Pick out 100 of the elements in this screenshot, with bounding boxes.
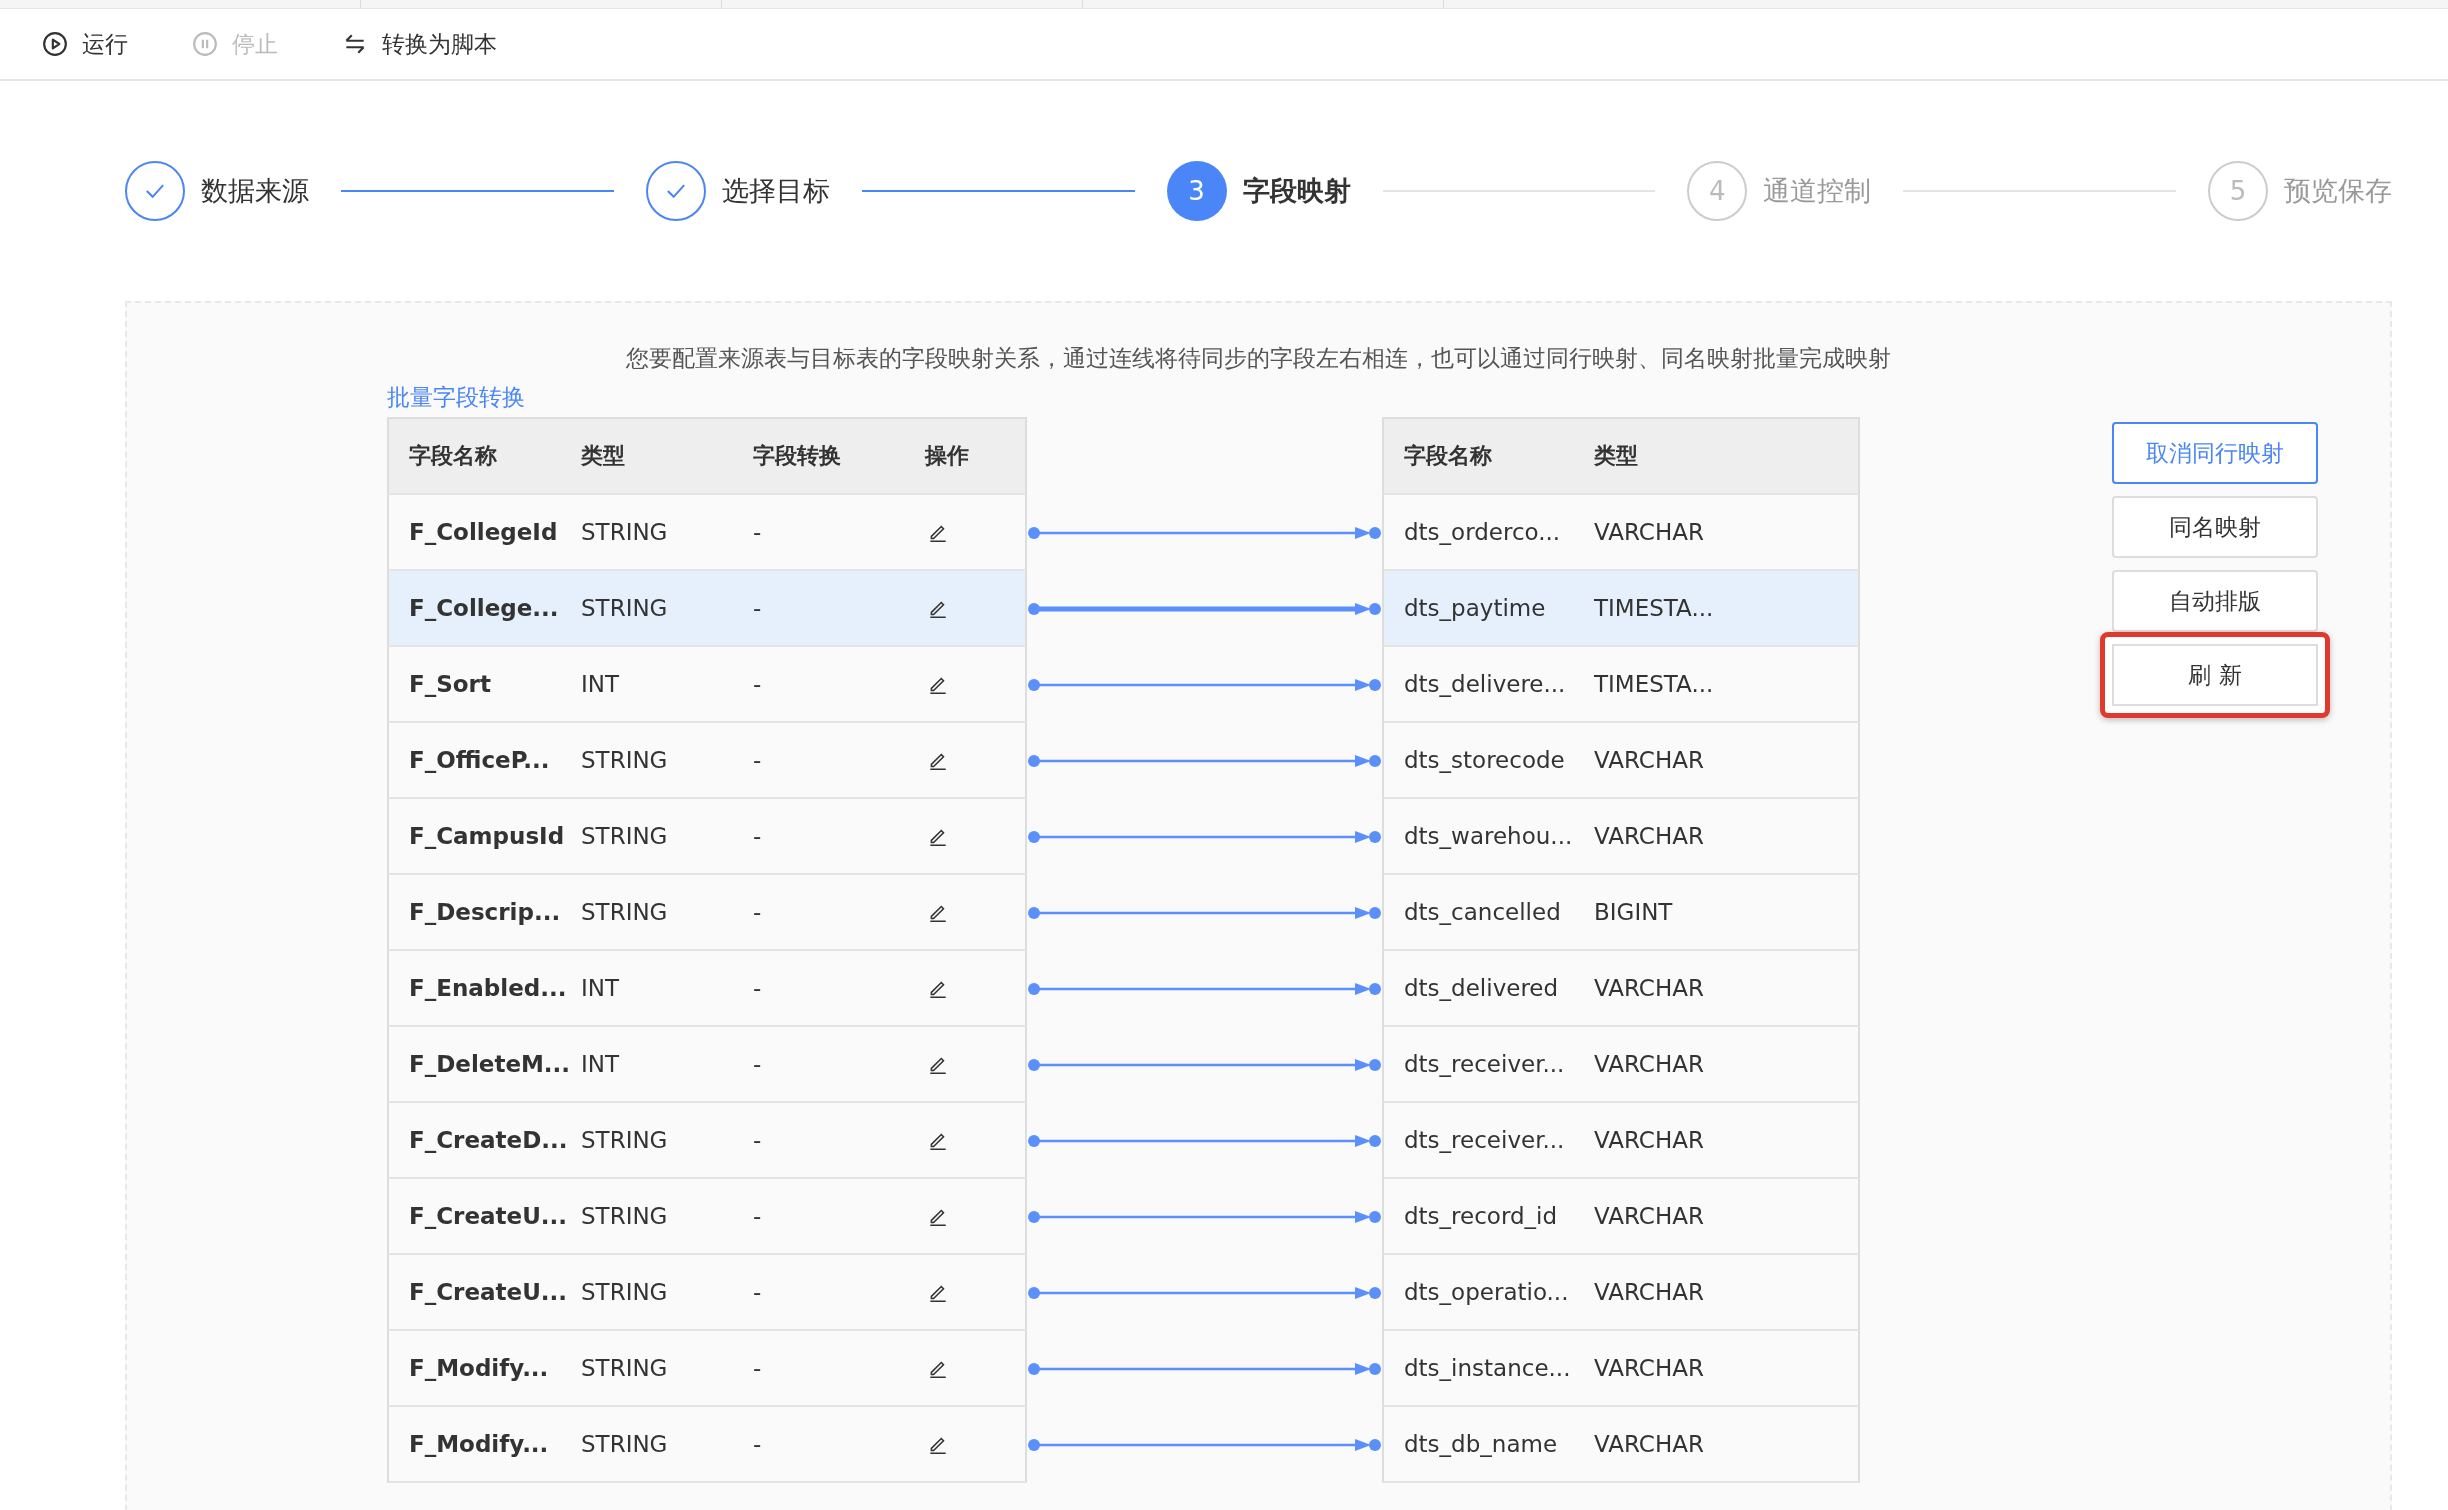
table-cell: VARCHAR [1594, 1203, 1704, 1229]
source-row[interactable]: F_College... STRING - [387, 571, 1027, 647]
table-cell: dts_db_name [1404, 1431, 1558, 1457]
table-cell: F_Modify... [409, 1431, 549, 1457]
table-cell: dts_delivered [1404, 975, 1559, 1001]
table-cell: dts_record_id [1404, 1203, 1558, 1229]
table-cell: F_Sort [409, 671, 491, 697]
source-row[interactable]: F_CreateD... STRING - [387, 1103, 1027, 1179]
source-row[interactable]: F_CampusId STRING - [387, 799, 1027, 875]
step-indicator: 3 [1166, 161, 1227, 221]
table-cell: VARCHAR [1594, 1051, 1704, 1077]
table-cell: VARCHAR [1594, 1355, 1704, 1381]
table-cell: - [753, 899, 762, 925]
table-cell: - [753, 1127, 762, 1153]
mapping-arrow[interactable] [1028, 983, 1381, 995]
table-cell: VARCHAR [1594, 747, 1704, 773]
step-indicator: 5 [2208, 161, 2268, 221]
mapping-arrow[interactable] [1028, 1363, 1381, 1375]
target-row[interactable]: dts_receiver... VARCHAR [1382, 1027, 1860, 1103]
pause-icon [192, 31, 218, 57]
table-cell: VARCHAR [1594, 1431, 1704, 1457]
column-header: 字段名称 [409, 442, 497, 470]
source-row[interactable]: F_CreateU... STRING - [387, 1179, 1027, 1255]
table-cell: F_OfficeP... [409, 747, 550, 773]
source-row[interactable]: F_Descrip... STRING - [387, 875, 1027, 951]
source-row[interactable]: F_DeleteM... INT - [387, 1027, 1027, 1103]
source-row[interactable]: F_Enabled... INT - [387, 951, 1027, 1027]
table-cell: - [753, 1431, 762, 1457]
toolbar-button[interactable]: 转换为脚本 [342, 28, 497, 60]
mapping-arrow[interactable] [1028, 831, 1381, 843]
table-cell: dts_delivere... [1404, 671, 1566, 697]
mapping-arrow[interactable] [1028, 1135, 1381, 1147]
table-cell: STRING [581, 595, 668, 621]
table-cell: - [753, 1203, 762, 1229]
table-cell: F_Enabled... [409, 975, 567, 1001]
table-cell: dts_cancelled [1404, 899, 1561, 925]
step-label: 字段映射 [1242, 174, 1351, 208]
source-row[interactable]: F_Sort INT - [387, 647, 1027, 723]
column-header: 操作 [925, 442, 969, 470]
mapping-arrow[interactable] [1028, 527, 1381, 539]
mapping-arrow[interactable] [1028, 679, 1381, 691]
table-cell: - [753, 747, 762, 773]
action-button[interactable]: 同名映射 [2112, 496, 2318, 558]
mapping-arrow[interactable] [1028, 907, 1381, 919]
table-cell: dts_storecode [1404, 747, 1565, 773]
target-row[interactable]: dts_operatio... VARCHAR [1382, 1255, 1860, 1331]
mapping-arrow[interactable] [1028, 755, 1381, 767]
table-cell: - [753, 519, 762, 545]
table-cell: dts_paytime [1404, 595, 1546, 621]
table-cell: F_DeleteM... [409, 1051, 571, 1077]
table-cell: dts_receiver... [1404, 1051, 1565, 1077]
table-cell: dts_receiver... [1404, 1127, 1565, 1153]
table-cell: STRING [581, 1203, 668, 1229]
column-header: 类型 [581, 442, 625, 470]
action-button[interactable]: 刷 新 [2100, 632, 2330, 718]
mapping-arrow[interactable] [1028, 603, 1381, 615]
table-cell: - [753, 823, 762, 849]
table-cell: F_CollegeId [409, 519, 558, 545]
target-row[interactable]: dts_cancelled BIGINT [1382, 875, 1860, 951]
mapping-arrow[interactable] [1028, 1059, 1381, 1071]
play-icon [42, 31, 68, 57]
target-row[interactable]: dts_record_id VARCHAR [1382, 1179, 1860, 1255]
source-row[interactable]: F_CreateU... STRING - [387, 1255, 1027, 1331]
table-cell: dts_operatio... [1404, 1279, 1569, 1305]
target-row[interactable]: dts_warehou... VARCHAR [1382, 799, 1860, 875]
step-label: 选择目标 [721, 174, 830, 208]
step-label: 预览保存 [2284, 174, 2392, 208]
target-row[interactable]: dts_delivered VARCHAR [1382, 951, 1860, 1027]
mapping-arrow[interactable] [1028, 1287, 1381, 1299]
table-cell: TIMESTA... [1594, 671, 1714, 697]
target-row[interactable]: dts_delivere... TIMESTA... [1382, 647, 1860, 723]
source-row[interactable]: F_Modify... STRING - [387, 1407, 1027, 1483]
column-header: 字段名称 [1404, 442, 1492, 470]
target-row[interactable]: dts_paytime TIMESTA... [1382, 571, 1860, 647]
table-cell: - [753, 595, 762, 621]
table-cell: BIGINT [1594, 899, 1673, 925]
table-cell: STRING [581, 823, 668, 849]
table-cell: VARCHAR [1594, 823, 1704, 849]
target-row[interactable]: dts_receiver... VARCHAR [1382, 1103, 1860, 1179]
table-cell: - [753, 1279, 762, 1305]
table-cell: F_CreateU... [409, 1279, 568, 1305]
target-row[interactable]: dts_orderco... VARCHAR [1382, 495, 1860, 571]
table-cell: - [753, 1051, 762, 1077]
table-cell: - [753, 975, 762, 1001]
table-cell: F_Modify... [409, 1355, 549, 1381]
source-row[interactable]: F_Modify... STRING - [387, 1331, 1027, 1407]
toolbar-button[interactable]: 运行 [42, 28, 128, 60]
table-cell: STRING [581, 1431, 668, 1457]
target-row[interactable]: dts_instance... VARCHAR [1382, 1331, 1860, 1407]
mapping-arrow[interactable] [1028, 1439, 1381, 1451]
table-cell: - [753, 671, 762, 697]
target-row[interactable]: dts_storecode VARCHAR [1382, 723, 1860, 799]
table-cell: F_CreateD... [409, 1127, 568, 1153]
mapping-arrow[interactable] [1028, 1211, 1381, 1223]
table-cell: INT [581, 975, 620, 1001]
target-row[interactable]: dts_db_name VARCHAR [1382, 1407, 1860, 1483]
table-cell: F_College... [409, 595, 559, 621]
action-button[interactable]: 自动排版 [2112, 570, 2318, 632]
source-row[interactable]: F_OfficeP... STRING - [387, 723, 1027, 799]
source-row[interactable]: F_CollegeId STRING - [387, 495, 1027, 571]
